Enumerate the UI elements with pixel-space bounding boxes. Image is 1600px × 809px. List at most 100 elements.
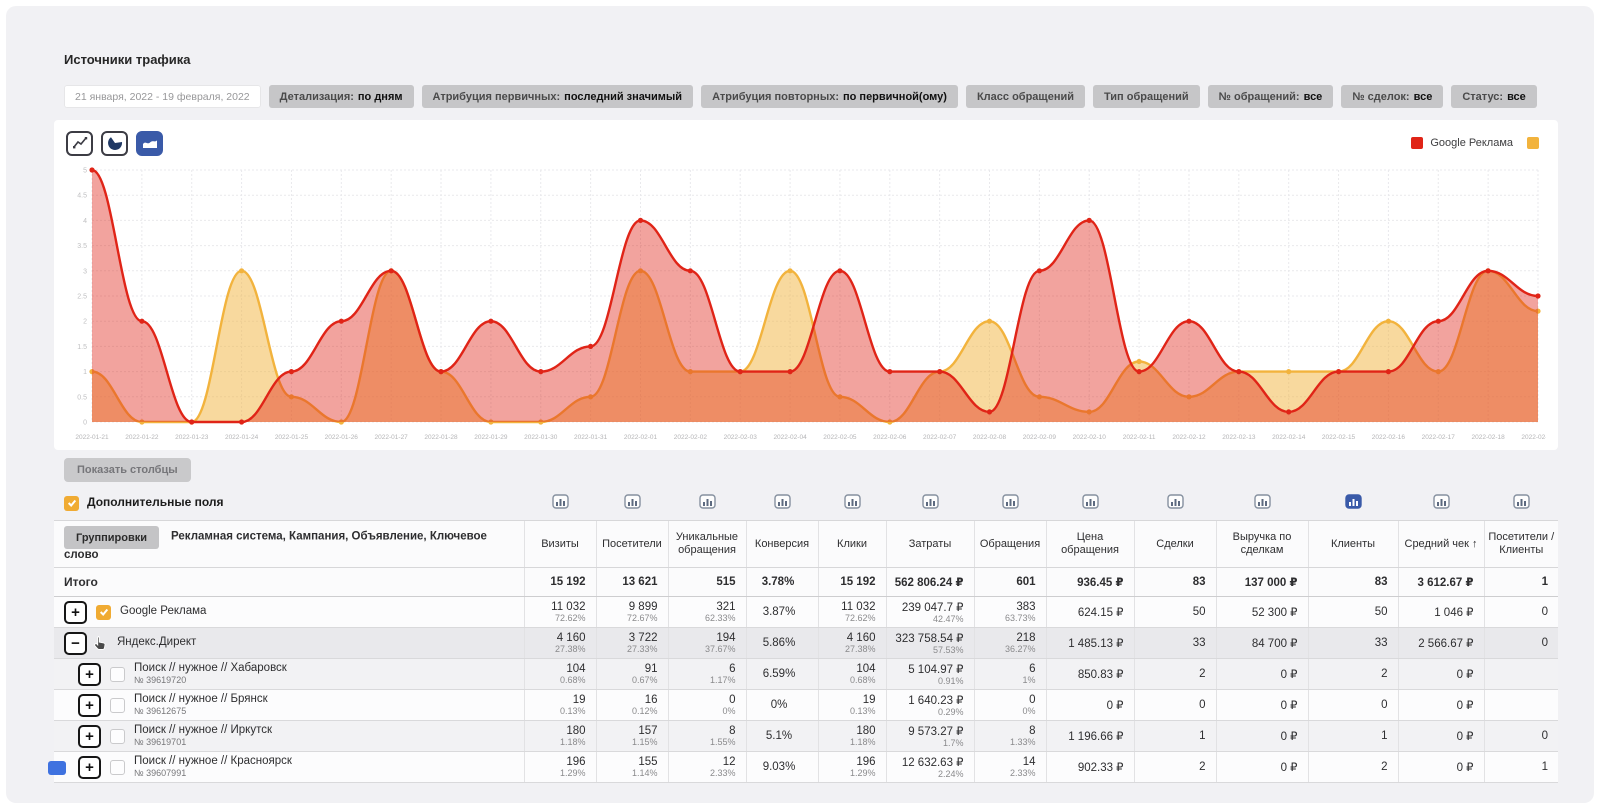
expand-button[interactable]: +	[64, 601, 87, 624]
metric-cell: 122.33%	[668, 752, 746, 783]
svg-text:2022-01-29: 2022-01-29	[474, 434, 508, 441]
column-chart-icon-8[interactable]	[1167, 494, 1184, 509]
filter-chip-6[interactable]: № сделок:все	[1341, 85, 1443, 108]
floating-widget[interactable]	[48, 761, 66, 775]
svg-text:0: 0	[83, 420, 87, 427]
expand-button[interactable]: +	[78, 756, 101, 779]
column-header-3[interactable]: Конверсия	[746, 521, 818, 568]
filter-chip-3[interactable]: Класс обращений	[966, 85, 1085, 108]
chart-type-area-button[interactable]	[136, 131, 163, 156]
legend-item-1[interactable]	[1527, 137, 1546, 149]
metric-cell: 2 566.67 ₽	[1398, 628, 1484, 659]
filter-chip-1[interactable]: Атрибуция первичных:последний значимый	[422, 85, 694, 108]
chart-panel: Google Реклама 00.511.522.533.544.552022…	[54, 120, 1558, 450]
show-columns-button[interactable]: Показать столбцы	[64, 458, 191, 482]
filter-chip-4[interactable]: Тип обращений	[1093, 85, 1200, 108]
totals-row: Итого15 19213 6215153.78%15 192562 806.2…	[54, 568, 1558, 597]
table-row-5[interactable]: +Поиск // нужное // Красноярск№ 39607991…	[54, 752, 1558, 783]
metric-cell: 1 485.13 ₽	[1046, 628, 1134, 659]
metric-cell: 1040.68%	[524, 659, 596, 690]
metric-cell: 9 89972.67%	[596, 597, 668, 628]
row-checkbox[interactable]	[110, 760, 125, 775]
table-row-1[interactable]: −Яндекс.Директ4 16027.38%3 72227.33%1943…	[54, 628, 1558, 659]
filter-chip-7[interactable]: Статус:все	[1451, 85, 1536, 108]
svg-text:0.5: 0.5	[77, 394, 87, 401]
chart-type-pie-button[interactable]	[101, 131, 128, 156]
column-header-5[interactable]: Затраты	[886, 521, 974, 568]
column-chart-icon-6[interactable]	[1002, 494, 1019, 509]
campaign-number: № 39619720	[134, 675, 287, 685]
column-header-9[interactable]: Выручка по сделкам	[1216, 521, 1308, 568]
metric-cell: 9 573.27 ₽1.7%	[886, 721, 974, 752]
column-header-8[interactable]: Сделки	[1134, 521, 1216, 568]
campaign-number: № 39607991	[134, 768, 292, 778]
row-checkbox-checked[interactable]	[96, 605, 111, 620]
column-header-10[interactable]: Клиенты	[1308, 521, 1398, 568]
column-chart-icon-1[interactable]	[624, 494, 641, 509]
metric-cell: 4 16027.38%	[524, 628, 596, 659]
traffic-chart: 00.511.522.533.544.552022-01-212022-01-2…	[66, 158, 1546, 448]
collapse-button[interactable]: −	[64, 632, 87, 655]
column-header-4[interactable]: Клики	[818, 521, 886, 568]
svg-text:2022-01-26: 2022-01-26	[325, 434, 359, 441]
metric-cell: 160.12%	[596, 690, 668, 721]
legend-label: Google Реклама	[1430, 137, 1513, 149]
metric-cell: 1	[1134, 721, 1216, 752]
filter-chip-0[interactable]: Детализация:по дням	[269, 85, 414, 108]
column-chart-icon-11[interactable]	[1433, 494, 1450, 509]
date-range-filter[interactable]: 21 января, 2022 - 19 февраля, 2022	[64, 85, 261, 108]
metric-cell: 0	[1484, 628, 1558, 659]
campaign-number: № 39612675	[134, 706, 268, 716]
expand-button[interactable]: +	[78, 694, 101, 717]
metric-cell: 850.83 ₽	[1046, 659, 1134, 690]
svg-text:2: 2	[83, 319, 87, 326]
row-checkbox[interactable]	[110, 667, 125, 682]
metric-cell	[1484, 659, 1558, 690]
column-chart-icon-9[interactable]	[1254, 494, 1271, 509]
table-row-4[interactable]: +Поиск // нужное // Иркутск№ 39619701180…	[54, 721, 1558, 752]
column-chart-icon-7[interactable]	[1082, 494, 1099, 509]
totals-cell: 83	[1308, 568, 1398, 597]
table-row-0[interactable]: +Google Реклама11 03272.62%9 89972.67%32…	[54, 597, 1558, 628]
totals-cell: 137 000 ₽	[1216, 568, 1308, 597]
row-label: Поиск // нужное // Хабаровск	[134, 662, 287, 675]
metric-cell: 11 03272.62%	[524, 597, 596, 628]
table-row-3[interactable]: +Поиск // нужное // Брянск№ 39612675190.…	[54, 690, 1558, 721]
groupings-button[interactable]: Группировки	[64, 526, 159, 549]
totals-cell: 15 192	[524, 568, 596, 597]
svg-text:2022-02-06: 2022-02-06	[873, 434, 907, 441]
legend-item-0[interactable]: Google Реклама	[1411, 137, 1513, 149]
column-header-1[interactable]: Посетители	[596, 521, 668, 568]
column-chart-icon-3[interactable]	[774, 494, 791, 509]
metric-cell: 0 ₽	[1398, 721, 1484, 752]
row-checkbox[interactable]	[110, 698, 125, 713]
metric-cell: 1801.18%	[524, 721, 596, 752]
column-header-6[interactable]: Обращения	[974, 521, 1046, 568]
table-row-2[interactable]: + Поиск // нужное // Хабаровск№ 39619720 1…	[54, 659, 1558, 690]
column-header-11[interactable]: Средний чек ↑	[1398, 521, 1484, 568]
metric-cell: 0 ₽	[1216, 690, 1308, 721]
chart-type-line-button[interactable]	[66, 131, 93, 156]
column-chart-icon-2[interactable]	[699, 494, 716, 509]
expand-button[interactable]: +	[78, 725, 101, 748]
column-chart-icon-5[interactable]	[922, 494, 939, 509]
column-header-7[interactable]: Цена обращения	[1046, 521, 1134, 568]
check-icon	[67, 498, 77, 508]
column-header-0[interactable]: Визиты	[524, 521, 596, 568]
row-checkbox[interactable]	[110, 729, 125, 744]
svg-text:2022-02-01: 2022-02-01	[624, 434, 658, 441]
column-header-2[interactable]: Уникальные обращения	[668, 521, 746, 568]
column-chart-icon-10[interactable]	[1345, 494, 1362, 509]
extra-fields-checkbox[interactable]	[64, 496, 79, 511]
column-header-12[interactable]: Посетители / Клиенты	[1484, 521, 1558, 568]
column-chart-icon-12[interactable]	[1513, 494, 1530, 509]
column-chart-icon-4[interactable]	[844, 494, 861, 509]
metric-cell: 1 640.23 ₽0.29%	[886, 690, 974, 721]
column-chart-icon-0[interactable]	[552, 494, 569, 509]
filter-chip-5[interactable]: № обращений:все	[1208, 85, 1334, 108]
svg-text:2022-02-09: 2022-02-09	[1023, 434, 1057, 441]
metric-cell: 2	[1308, 659, 1398, 690]
svg-text:1.5: 1.5	[77, 344, 87, 351]
expand-button[interactable]: +	[78, 663, 101, 686]
filter-chip-2[interactable]: Атрибуция повторных:по первичной(ому)	[701, 85, 958, 108]
